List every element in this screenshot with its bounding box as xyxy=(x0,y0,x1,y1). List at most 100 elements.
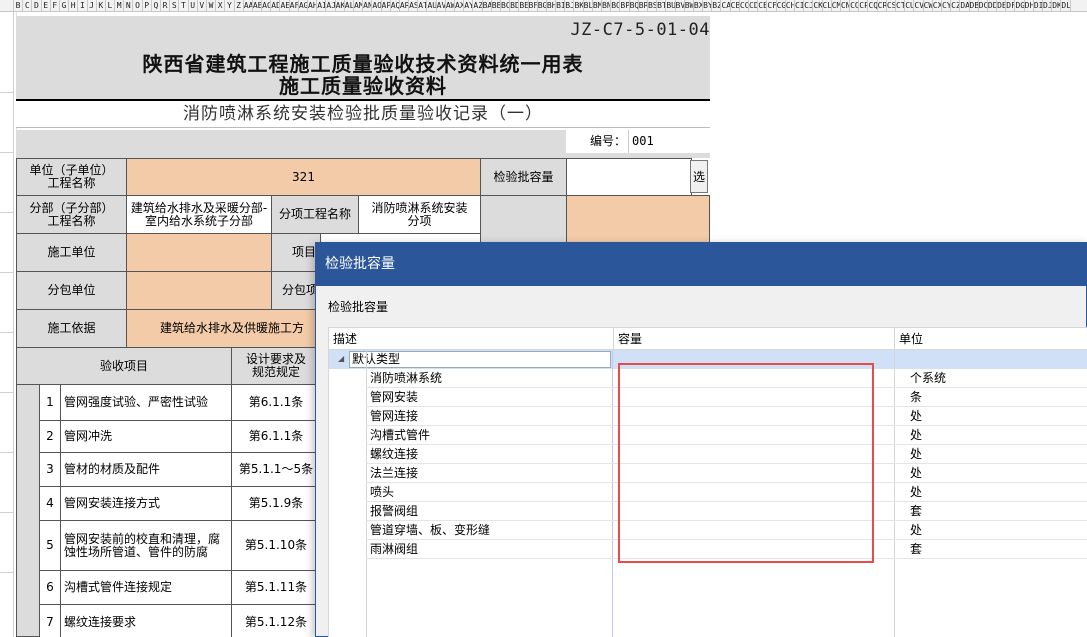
column-letter[interactable]: BB xyxy=(492,0,501,11)
column-letter[interactable]: CE xyxy=(758,0,768,11)
column-letter[interactable]: K xyxy=(97,0,106,11)
column-letter[interactable]: AE xyxy=(280,0,290,11)
column-letter[interactable]: B xyxy=(14,0,24,11)
column-letter[interactable]: BC xyxy=(501,0,511,11)
select-capacity-button[interactable]: 选 xyxy=(690,160,708,193)
basis-value[interactable]: 建筑给水排水及供暖施工方 xyxy=(126,309,321,348)
column-letter[interactable]: E xyxy=(42,0,51,11)
column-letter[interactable]: CQ xyxy=(868,0,878,11)
column-letter[interactable]: C xyxy=(23,0,33,11)
column-letter[interactable]: AC xyxy=(262,0,272,11)
column-letter[interactable]: CF xyxy=(767,0,777,11)
column-letter[interactable]: DE xyxy=(997,0,1007,11)
column-letter[interactable]: AH xyxy=(308,0,318,11)
unit-project-value[interactable]: 321 xyxy=(126,158,481,196)
construction-unit-value[interactable] xyxy=(126,233,272,272)
sub-division-value[interactable]: 建筑给水排水及采暖分部-室内给水系统子分部 xyxy=(126,195,272,234)
column-letter[interactable]: CV xyxy=(914,0,924,11)
column-letter[interactable]: CD xyxy=(749,0,759,11)
column-letter[interactable]: I xyxy=(78,0,88,11)
batch-capacity-input[interactable] xyxy=(566,158,692,196)
column-letter[interactable]: BK xyxy=(574,0,584,11)
column-letter[interactable]: O xyxy=(133,0,143,11)
column-letter[interactable]: AW xyxy=(446,0,455,11)
column-letter[interactable]: Z xyxy=(235,0,244,11)
column-letter[interactable]: S xyxy=(170,0,180,11)
column-letter[interactable]: DF xyxy=(1006,0,1016,11)
column-letter[interactable]: DA xyxy=(960,0,970,11)
column-letter[interactable]: BN xyxy=(602,0,612,11)
column-letter[interactable]: CX xyxy=(933,0,942,11)
column-letter[interactable]: Q xyxy=(152,0,161,11)
column-letter[interactable]: G xyxy=(60,0,70,11)
column-letter[interactable]: BR xyxy=(639,0,648,11)
collapse-triangle-icon[interactable]: ◢ xyxy=(338,354,344,363)
column-letter[interactable]: DB xyxy=(970,0,979,11)
column-letter[interactable]: AX xyxy=(455,0,465,11)
column-letter[interactable]: CS xyxy=(887,0,896,11)
column-letter[interactable]: CJ xyxy=(804,0,814,11)
column-letter[interactable]: AO xyxy=(372,0,382,11)
column-unit[interactable]: 单位 xyxy=(895,328,1087,350)
column-desc[interactable]: 描述 xyxy=(329,328,614,350)
column-letter[interactable]: CK xyxy=(813,0,823,11)
column-letter[interactable]: CB xyxy=(731,0,740,11)
column-letter[interactable]: AR xyxy=(400,0,410,11)
column-letter[interactable]: DI xyxy=(1034,0,1043,11)
column-letter[interactable]: DL xyxy=(1061,0,1071,11)
column-letter[interactable]: CC xyxy=(740,0,749,11)
column-letter[interactable]: BV xyxy=(676,0,685,11)
column-letter[interactable]: AD xyxy=(271,0,281,11)
column-letter[interactable]: DC xyxy=(979,0,988,11)
column-letter[interactable]: CI xyxy=(795,0,805,11)
column-letter[interactable]: CH xyxy=(786,0,795,11)
sub-item-value[interactable]: 消防喷淋系统安装分项 xyxy=(358,195,481,234)
column-letter[interactable]: DJ xyxy=(1043,0,1053,11)
column-letter[interactable]: CG xyxy=(777,0,786,11)
column-letter[interactable]: AK xyxy=(336,0,345,11)
column-letter[interactable]: BG xyxy=(538,0,547,11)
column-letter[interactable]: BH xyxy=(547,0,557,11)
column-letter[interactable]: BF xyxy=(529,0,538,11)
column-letter[interactable]: BQ xyxy=(630,0,639,11)
column-letter[interactable]: M xyxy=(115,0,125,11)
column-letter[interactable]: AP xyxy=(382,0,391,11)
column-letter[interactable]: CP xyxy=(859,0,869,11)
column-letter[interactable]: DH xyxy=(1025,0,1034,11)
column-letter[interactable]: AZ xyxy=(473,0,483,11)
column-letter[interactable]: BE xyxy=(519,0,529,11)
column-letter[interactable]: CN xyxy=(841,0,851,11)
column-letter[interactable]: D xyxy=(32,0,42,11)
column-letter[interactable]: BS xyxy=(648,0,658,11)
column-letter[interactable]: P xyxy=(143,0,152,11)
column-letter[interactable]: BO xyxy=(611,0,621,11)
column-letter[interactable]: H xyxy=(69,0,79,11)
column-letter[interactable]: U xyxy=(189,0,198,11)
corner-cell[interactable] xyxy=(0,0,14,11)
number-value[interactable]: 001 xyxy=(632,130,654,153)
column-letter[interactable]: L xyxy=(106,0,116,11)
column-letter[interactable]: CY xyxy=(942,0,952,11)
column-letter[interactable]: F xyxy=(51,0,60,11)
column-letter[interactable]: BM xyxy=(593,0,602,11)
column-letter[interactable]: AG xyxy=(299,0,308,11)
column-letter[interactable]: BD xyxy=(510,0,520,11)
column-letter[interactable]: AF xyxy=(290,0,299,11)
column-letter[interactable]: AU xyxy=(427,0,437,11)
column-letter[interactable]: T xyxy=(179,0,189,11)
column-letter[interactable]: BL xyxy=(584,0,593,11)
column-letter[interactable]: N xyxy=(124,0,134,11)
column-letter[interactable]: DD xyxy=(988,0,998,11)
column-letter[interactable]: BA xyxy=(483,0,492,11)
column-letter[interactable]: CZ xyxy=(951,0,961,11)
column-letter[interactable]: CL xyxy=(823,0,832,11)
column-letter[interactable]: AT xyxy=(418,0,428,11)
column-letter[interactable]: R xyxy=(161,0,171,11)
column-capacity[interactable]: 容量 xyxy=(614,328,895,350)
column-letter[interactable]: AB xyxy=(253,0,263,11)
column-letter[interactable]: AN xyxy=(363,0,373,11)
column-letter[interactable]: AA xyxy=(244,0,253,11)
column-letter[interactable]: CT xyxy=(896,0,906,11)
column-letter[interactable]: Y xyxy=(225,0,235,11)
column-letter[interactable]: BP xyxy=(620,0,630,11)
